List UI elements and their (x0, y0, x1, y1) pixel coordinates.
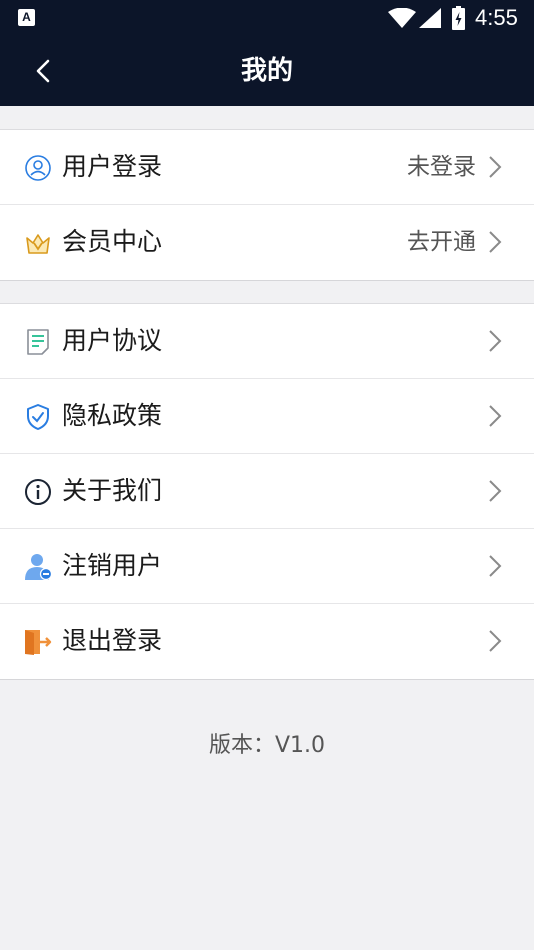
chevron-right-icon (489, 630, 502, 652)
chevron-right-icon (489, 480, 502, 502)
signal-icon (419, 8, 441, 28)
chevron-right-icon (489, 555, 502, 577)
chevron-right-icon (489, 156, 502, 178)
app-header: 我的 (0, 36, 534, 106)
logout-icon (25, 630, 52, 655)
row-label: 隐私政策 (62, 401, 163, 430)
app-notification-icon: A (18, 9, 35, 26)
row-label: 退出登录 (62, 626, 163, 655)
page-title: 我的 (240, 56, 293, 86)
user-remove-icon (25, 554, 52, 581)
user-agreement-row[interactable]: 用户协议 (0, 304, 534, 379)
crown-icon (26, 234, 50, 254)
row-label: 用户协议 (62, 326, 163, 355)
chevron-right-icon (489, 231, 502, 253)
document-icon (27, 329, 49, 355)
privacy-policy-row[interactable]: 隐私政策 (0, 379, 534, 454)
row-label: 关于我们 (62, 476, 163, 505)
row-label: 用户登录 (62, 152, 163, 181)
shield-check-icon (27, 404, 49, 430)
info-icon (25, 479, 51, 505)
membership-status-value: 去开通 (407, 229, 476, 255)
login-status-value: 未登录 (407, 154, 476, 180)
row-label: 注销用户 (62, 551, 163, 580)
membership-center-row[interactable]: 会员中心 去开通 (0, 205, 534, 280)
row-label: 会员中心 (62, 227, 163, 256)
chevron-right-icon (489, 405, 502, 427)
status-time: 4:55 (475, 5, 518, 30)
user-login-row[interactable]: 用户登录 未登录 (0, 130, 534, 205)
version-label: 版本：V1.0 (208, 733, 326, 758)
logout-row[interactable]: 退出登录 (0, 604, 534, 679)
deregister-user-row[interactable]: 注销用户 (0, 529, 534, 604)
wifi-icon (388, 8, 416, 28)
status-bar: A 4:55 (0, 0, 534, 36)
user-circle-icon (25, 155, 51, 181)
settings-group: 用户协议 隐私政策 关于我们 注销用户 退出登录 (0, 303, 534, 680)
about-us-row[interactable]: 关于我们 (0, 454, 534, 529)
chevron-right-icon (489, 330, 502, 352)
battery-charging-icon (452, 6, 465, 30)
account-group: 用户登录 未登录 会员中心 去开通 (0, 129, 534, 281)
